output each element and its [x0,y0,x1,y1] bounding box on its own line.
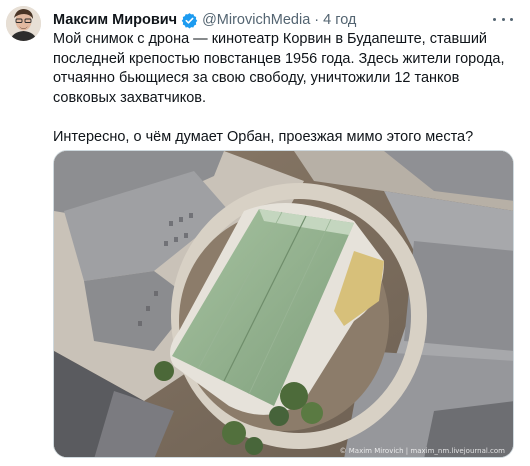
author-avatar[interactable] [6,6,41,41]
tweet-timestamp[interactable]: 4 год [323,12,356,28]
author-name[interactable]: Максим Мирович [53,12,177,28]
tweet: Максим Мирович @MirovichMedia · 4 год Мо… [0,0,530,466]
verified-badge-icon [181,12,198,29]
header-separator: · [314,12,320,28]
photo-watermark: © Maxim Mirovich | maxim_nm.livejournal.… [339,447,505,455]
drone-photo-corvin-cinema [54,151,513,457]
tweet-header: Максим Мирович @MirovichMedia · 4 год [53,10,356,30]
avatar-image [6,6,41,41]
more-dots-icon[interactable] [493,12,513,26]
tweet-photo[interactable]: © Maxim Mirovich | maxim_nm.livejournal.… [53,150,514,458]
tweet-paragraph-2: Интересно, о чём думает Орбан, проезжая … [53,128,474,145]
tweet-text: Мой снимок с дрона — кинотеатр Корвин в … [53,30,515,147]
author-handle[interactable]: @MirovichMedia [202,12,310,28]
tweet-paragraph-1: Мой снимок с дрона — кинотеатр Корвин в … [53,31,505,106]
